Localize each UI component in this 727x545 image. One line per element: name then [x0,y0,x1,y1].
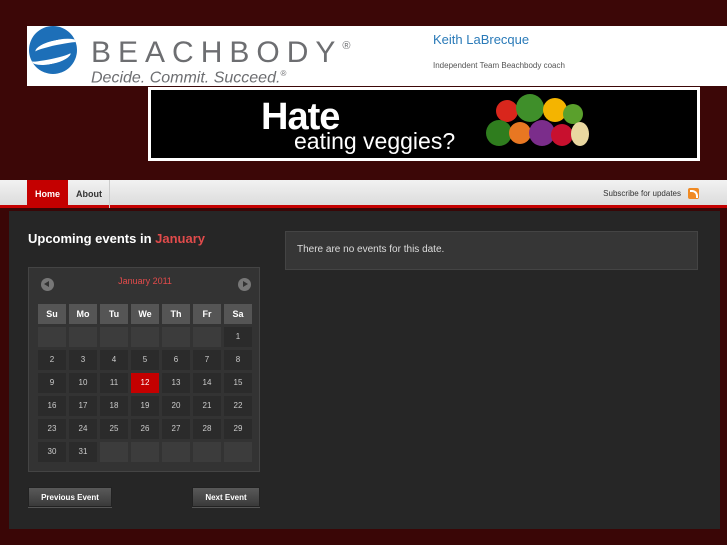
calendar-day[interactable]: 8 [224,350,252,370]
calendar-day[interactable]: 2 [38,350,66,370]
weekday-header: Sa [224,304,252,324]
calendar-day[interactable]: 5 [131,350,159,370]
nav-about[interactable]: About [68,180,110,208]
banner-subheadline: eating veggies? [294,128,456,154]
brand-name[interactable]: BEACHBODY® [91,36,351,70]
coach-name: Keith LaBrecque [433,32,530,47]
subscribe-link[interactable]: Subscribe for updates [603,180,681,208]
calendar-day[interactable]: 11 [100,373,128,393]
calendar-empty-cell [100,442,128,462]
main-navigation: Home About Subscribe for updates [0,180,727,208]
calendar-day[interactable]: 30 [38,442,66,462]
calendar-empty-cell [162,442,190,462]
previous-event-button[interactable]: Previous Event [28,487,112,507]
brand-registered-mark: ® [342,40,351,52]
calendar-grid: Su Mo Tu We Th Fr Sa 1 2 3 4 5 6 7 8 9 10 11 12 13 14 15 16 17 1… [38,304,252,462]
calendar-day[interactable]: 26 [131,419,159,439]
calendar-day[interactable]: 9 [38,373,66,393]
weekday-header: Mo [69,304,97,324]
calendar-day[interactable]: 29 [224,419,252,439]
calendar-day[interactable]: 7 [193,350,221,370]
tagline-registered-mark: ® [280,69,287,78]
calendar-empty-cell [131,327,159,347]
calendar-empty-cell [193,327,221,347]
next-event-button[interactable]: Next Event [192,487,260,507]
calendar-day-selected[interactable]: 12 [131,373,159,393]
calendar-day[interactable]: 10 [69,373,97,393]
calendar-day[interactable]: 17 [69,396,97,416]
weekday-header: We [131,304,159,324]
calendar-day[interactable]: 3 [69,350,97,370]
calendar-month-title: January 2011 [118,276,172,286]
calendar-day[interactable]: 13 [162,373,190,393]
weekday-header: Fr [193,304,221,324]
events-list: There are no events for this date. [285,231,698,270]
calendar-empty-cell [162,327,190,347]
site-header: BEACHBODY® Decide. Commit. Succeed.® Kei… [27,26,727,86]
calendar-day[interactable]: 21 [193,396,221,416]
calendar-day[interactable]: 20 [162,396,190,416]
calendar-empty-cell [193,442,221,462]
calendar-day[interactable]: 19 [131,396,159,416]
brand-tagline: Decide. Commit. Succeed.® [91,69,287,87]
coach-title: Independent Team Beachbody coach [433,61,565,70]
calendar-day[interactable]: 22 [224,396,252,416]
calendar-day[interactable]: 18 [100,396,128,416]
next-month-icon[interactable] [238,278,251,291]
calendar-day[interactable]: 6 [162,350,190,370]
calendar-day[interactable]: 27 [162,419,190,439]
calendar-empty-cell [100,327,128,347]
calendar-day[interactable]: 23 [38,419,66,439]
calendar-empty-cell [224,442,252,462]
calendar-empty-cell [38,327,66,347]
calendar-empty-cell [69,327,97,347]
calendar-day[interactable]: 24 [69,419,97,439]
calendar-day[interactable]: 28 [193,419,221,439]
beachbody-logo-icon[interactable] [29,26,77,74]
calendar-day[interactable]: 1 [224,327,252,347]
nav-home[interactable]: Home [27,180,68,208]
weekday-header: Th [162,304,190,324]
content-panel: Upcoming events in January January 2011 … [9,211,720,529]
calendar-day[interactable]: 31 [69,442,97,462]
weekday-header: Su [38,304,66,324]
weekday-header: Tu [100,304,128,324]
veggies-banner[interactable]: Hate eating veggies? [148,87,700,161]
calendar-day[interactable]: 16 [38,396,66,416]
calendar-empty-cell [131,442,159,462]
calendar-day[interactable]: 4 [100,350,128,370]
calendar-day[interactable]: 15 [224,373,252,393]
calendar-day[interactable]: 14 [193,373,221,393]
event-calendar: January 2011 Su Mo Tu We Th Fr Sa 1 2 3 4 5 6 7 8 9 10 11… [28,267,260,472]
no-events-message: There are no events for this date. [297,244,445,255]
rss-icon[interactable] [688,188,699,199]
upcoming-events-heading: Upcoming events in January [28,231,206,246]
heading-month: January [155,231,206,246]
calendar-day[interactable]: 25 [100,419,128,439]
